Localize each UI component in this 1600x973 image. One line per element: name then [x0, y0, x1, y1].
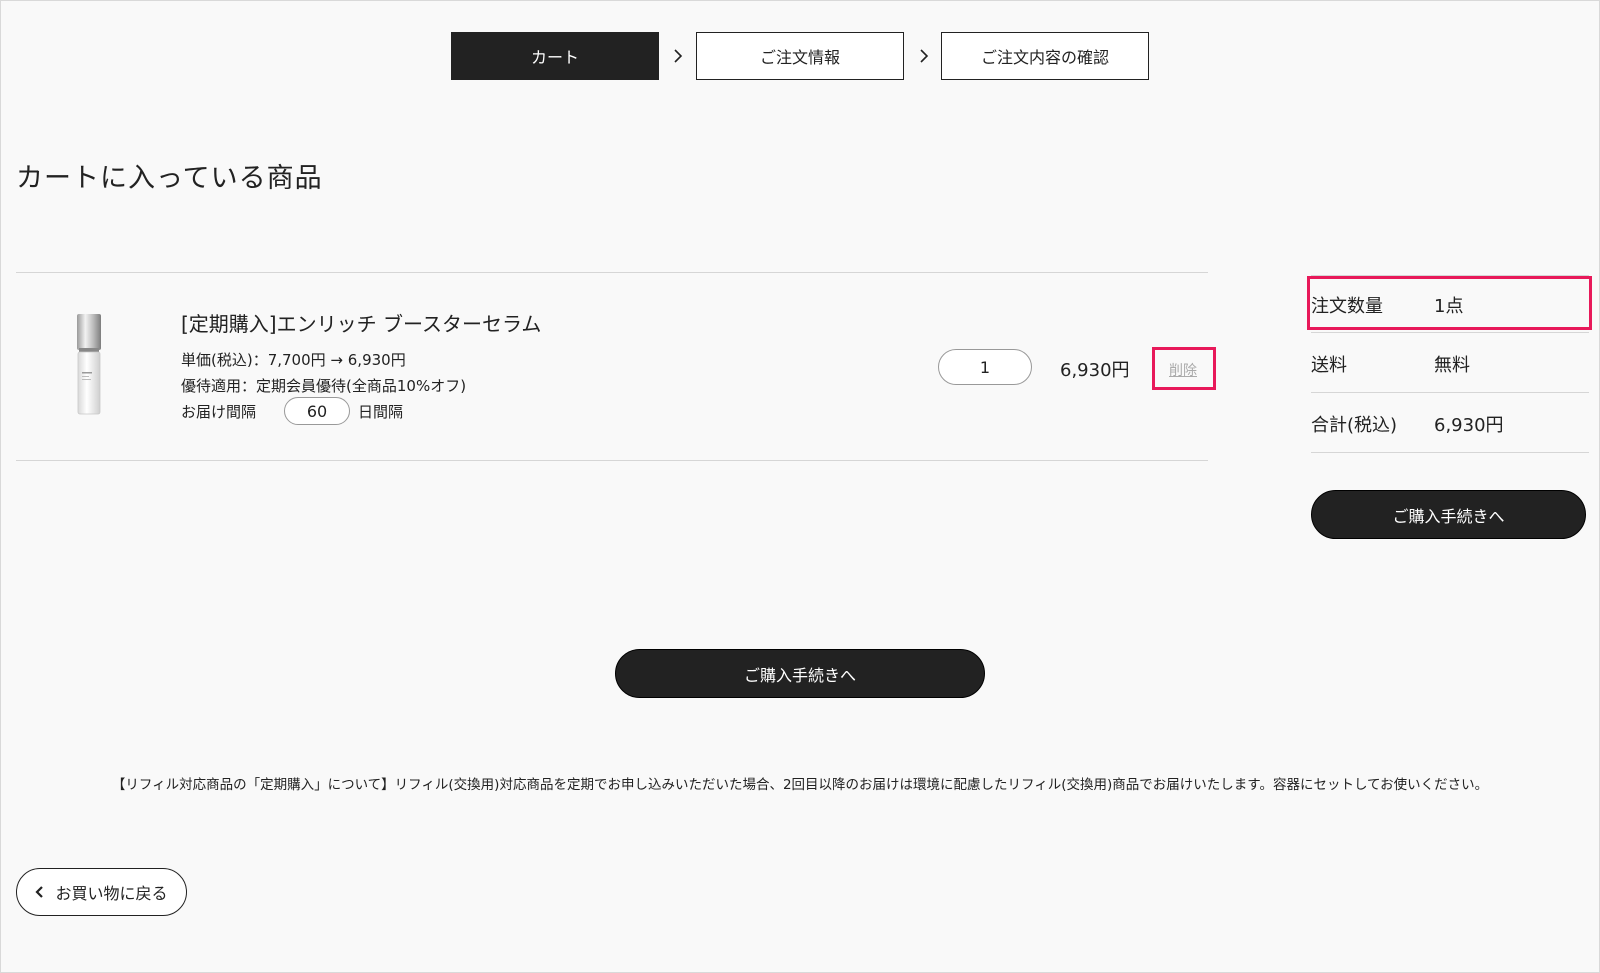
qty-highlight: [1307, 276, 1592, 330]
page-frame: [0, 0, 1600, 973]
refill-notice: 【リフィル対応商品の「定期購入」について】リフィル(交換用)対応商品を定期でお申…: [111, 777, 1489, 793]
serum-bottle-icon: [77, 314, 101, 415]
product-name[interactable]: [定期購入]エンリッチ ブースターセラム: [181, 308, 541, 337]
delete-link[interactable]: 削除: [1169, 360, 1197, 380]
divider: [1311, 332, 1589, 333]
back-button-label: お買い物に戻る: [55, 884, 168, 903]
delivery-interval-input[interactable]: [284, 397, 350, 425]
shipping-value: 無料: [1434, 355, 1470, 376]
interval-label: お届け間隔: [181, 403, 257, 421]
step-order-confirm: ご注文内容の確認: [941, 32, 1149, 80]
shipping-label: 送料: [1311, 355, 1347, 376]
divider: [1311, 452, 1589, 453]
quantity-input[interactable]: [938, 349, 1032, 385]
total-value: 6,930円: [1434, 415, 1504, 436]
benefit-text: 優待適用：定期会員優待(全商品10%オフ): [181, 377, 467, 395]
divider: [1311, 392, 1589, 393]
total-label: 合計(税込): [1311, 415, 1398, 436]
chevron-right-icon: [674, 49, 683, 63]
interval-suffix: 日間隔: [358, 403, 404, 421]
step-cart: カート: [451, 32, 659, 80]
chevron-right-icon: [920, 49, 929, 63]
chevron-left-icon: [35, 886, 44, 898]
back-to-shopping-button[interactable]: お買い物に戻る: [16, 868, 187, 916]
step-order-info: ご注文情報: [696, 32, 904, 80]
page-title: カートに入っている商品: [16, 163, 323, 194]
divider: [16, 272, 1208, 273]
line-price: 6,930円: [1060, 360, 1130, 381]
divider: [16, 460, 1208, 461]
checkout-button-sidebar[interactable]: ご購入手続きへ: [1311, 490, 1586, 539]
unit-price: 単価(税込)：7,700円 → 6,930円: [181, 351, 406, 369]
checkout-button[interactable]: ご購入手続きへ: [615, 649, 985, 698]
